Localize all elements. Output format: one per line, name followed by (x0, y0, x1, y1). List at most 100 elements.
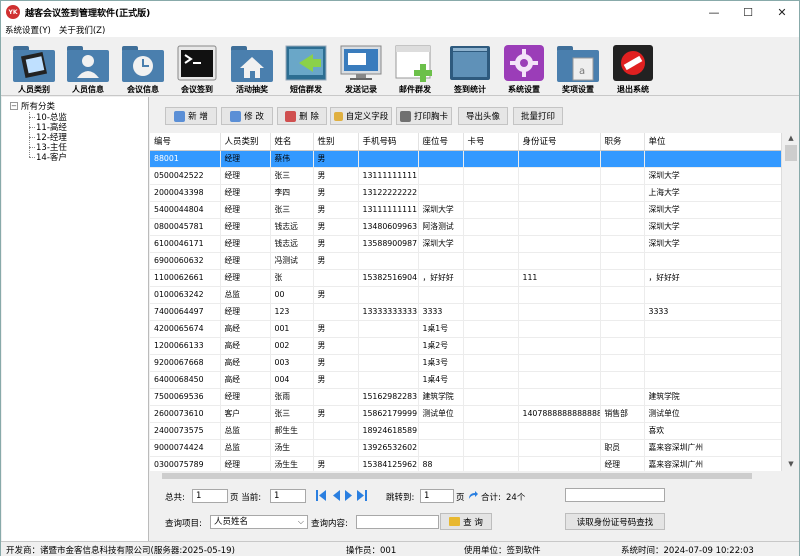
table-row[interactable]: 2000043398 经理 李四男 13122222222 上海大学 (150, 184, 781, 202)
table-row[interactable]: 6100046171 经理 钱志远男 13588900987 深圳大学 深圳大学 (150, 235, 781, 253)
table-cell (463, 201, 519, 219)
table-cell: 0300075789 (150, 456, 221, 471)
go-arrow-icon[interactable] (468, 490, 478, 501)
scroll-down-icon[interactable]: ▼ (786, 460, 796, 470)
scroll-thumb[interactable] (785, 145, 797, 161)
toolbar-meeting-checkin-button[interactable]: 会议签到 (171, 40, 223, 94)
table-row[interactable]: 1100062661 经理张 15382516904 ，好好好 111 ，好好好 (150, 269, 781, 287)
tree-item-customer[interactable]: 14-客户 (36, 151, 67, 163)
column-header[interactable]: 座位号 (418, 133, 464, 151)
first-page-icon[interactable] (316, 490, 326, 501)
toolbar-meeting-info-button[interactable]: 会议信息 (117, 40, 169, 94)
query-content-input[interactable] (356, 515, 439, 529)
table-cell (358, 354, 419, 372)
column-header[interactable]: 单位 (644, 133, 781, 151)
jump-page-input[interactable]: 1 (420, 489, 454, 503)
column-header[interactable]: 姓名 (270, 133, 314, 151)
column-header[interactable]: 职务 (600, 133, 645, 151)
close-button[interactable]: ✕ (765, 1, 799, 23)
table-cell (463, 388, 519, 406)
table-row[interactable]: 0800045781 经理 钱志远男 13480609963 阿洛测试 深圳大学 (150, 218, 781, 236)
table-row[interactable]: 6400068450 高经 004 男 1桌4号 (150, 371, 781, 389)
table-row[interactable]: 6900060632 经理 冯测试男 (150, 252, 781, 270)
gear-icon (504, 45, 544, 81)
scroll-thumb[interactable] (162, 473, 752, 479)
table-row[interactable]: 5400044804 经理 张三男 13111111111 深圳大学 深圳大学 (150, 201, 781, 219)
table-row[interactable]: 0500042522 经理 张三男 13111111111 深圳大学 (150, 167, 781, 185)
clock-folder-icon (122, 46, 164, 82)
toolbar-sms-broadcast-button[interactable]: 短信群发 (280, 40, 332, 94)
table-cell: 13926532602 (358, 439, 419, 457)
table-cell (600, 354, 645, 372)
minimize-button[interactable]: — (697, 1, 731, 23)
column-header[interactable]: 编号 (150, 133, 221, 151)
table-row[interactable]: 0300075789 经理 汤生生男 15384125962 88 经理 嘉来容深圳广州 (150, 456, 781, 471)
column-header[interactable]: 手机号码 (358, 133, 419, 151)
toolbar-send-records-button[interactable]: 发送记录 (335, 40, 387, 94)
table-cell (518, 320, 601, 338)
total-label: 总共: (165, 493, 185, 503)
next-page-icon[interactable] (344, 490, 354, 501)
table-cell (463, 337, 519, 355)
id-card-number-field[interactable] (565, 488, 665, 502)
batch-print-button[interactable]: 批量打印 (513, 107, 563, 125)
horizontal-scrollbar[interactable] (150, 471, 781, 481)
menu-about-us[interactable]: 关于我们(Z) (55, 24, 109, 36)
maximize-button[interactable]: ☐ (731, 1, 765, 23)
toolbar-person-info-button[interactable]: 人员信息 (62, 40, 114, 94)
table-cell: 13122222222 (358, 184, 419, 202)
toolbar-label: 退出系统 (617, 85, 649, 94)
table-cell: 深圳大学 (644, 201, 781, 219)
previous-page-icon[interactable] (331, 490, 341, 501)
column-header[interactable]: 身份证号 (518, 133, 601, 151)
table-row[interactable]: 4200065674 高经 001 男 1桌1号 (150, 320, 781, 338)
vertical-scrollbar[interactable]: ▲ ▼ (781, 133, 799, 471)
table-cell (518, 235, 601, 253)
export-avatar-button[interactable]: 导出头像 (458, 107, 508, 125)
table-cell: 003 (270, 354, 314, 372)
toolbar-label: 发送记录 (345, 85, 377, 94)
table-row[interactable]: 1200066133 高经 002 男 1桌2号 (150, 337, 781, 355)
toolbar-checkin-stats-button[interactable]: 签到统计 (444, 40, 496, 94)
table-row[interactable]: 0100063242 总监 00 男 (150, 286, 781, 304)
toolbar-system-settings-button[interactable]: 系统设置 (498, 40, 550, 94)
table-cell (463, 150, 519, 168)
table-row[interactable]: 2600073610 客户 张三男 15862179999 测试单位 1407888888… (150, 405, 781, 423)
toolbar-exit-system-button[interactable]: 退出系统 (607, 40, 659, 94)
table-cell: 李四 (270, 184, 314, 202)
edit-button[interactable]: 修 改 (221, 107, 273, 125)
column-header[interactable]: 人员类别 (220, 133, 271, 151)
toolbar-lottery-button[interactable]: 活动抽奖 (226, 40, 278, 94)
custom-field-button[interactable]: 自定义字段 (330, 107, 392, 125)
chevron-down-icon[interactable]: ⌵ (298, 516, 304, 528)
table-row[interactable]: 9000074424 总监 汤生 13926532602 职员 嘉来容深圳广州 (150, 439, 781, 457)
table-cell: 0500042522 (150, 167, 221, 185)
toolbar-prize-settings-button[interactable]: a 奖项设置 (552, 40, 604, 94)
print-card-button[interactable]: 打印胸卡 (396, 107, 452, 125)
delete-button[interactable]: 删 除 (277, 107, 327, 125)
table-row[interactable]: 2400073575 总监 郝生生 18924618589 喜欢 (150, 422, 781, 440)
menu-system-settings[interactable]: 系统设置(Y) (1, 24, 55, 36)
toolbar-email-broadcast-button[interactable]: 邮件群发 (389, 40, 441, 94)
table-row[interactable]: 9200067668 高经 003 男 1桌3号 (150, 354, 781, 372)
query-item-select[interactable]: 人员姓名 ⌵ (210, 515, 308, 529)
current-page-field[interactable]: 1 (270, 489, 306, 503)
last-page-icon[interactable] (357, 490, 367, 501)
user-folder-icon (67, 46, 109, 82)
table-cell: 张雨 (270, 388, 314, 406)
document-folder-icon: a (557, 46, 599, 82)
column-header[interactable]: 卡号 (463, 133, 519, 151)
table-cell: 男 (313, 456, 359, 471)
column-header[interactable]: 性别 (313, 133, 359, 151)
table-row[interactable]: 88001 经理 蔡伟男 (150, 150, 781, 168)
table-row[interactable]: 7400064497 经理 123 13333333333 3333 3333 (150, 303, 781, 321)
collapse-icon[interactable]: − (10, 102, 18, 110)
table-cell (313, 439, 359, 457)
toolbar-person-category-button[interactable]: 人员类别 (8, 40, 60, 94)
read-id-card-button[interactable]: 读取身份证号码查找 (565, 513, 665, 530)
scroll-up-icon[interactable]: ▲ (786, 134, 796, 144)
table-row[interactable]: 7500069536 经理 张雨 15162982283 建筑学院 建筑学院 (150, 388, 781, 406)
query-button[interactable]: 查 询 (440, 513, 492, 530)
table-cell: 张三 (270, 167, 314, 185)
add-button[interactable]: 新 增 (165, 107, 217, 125)
